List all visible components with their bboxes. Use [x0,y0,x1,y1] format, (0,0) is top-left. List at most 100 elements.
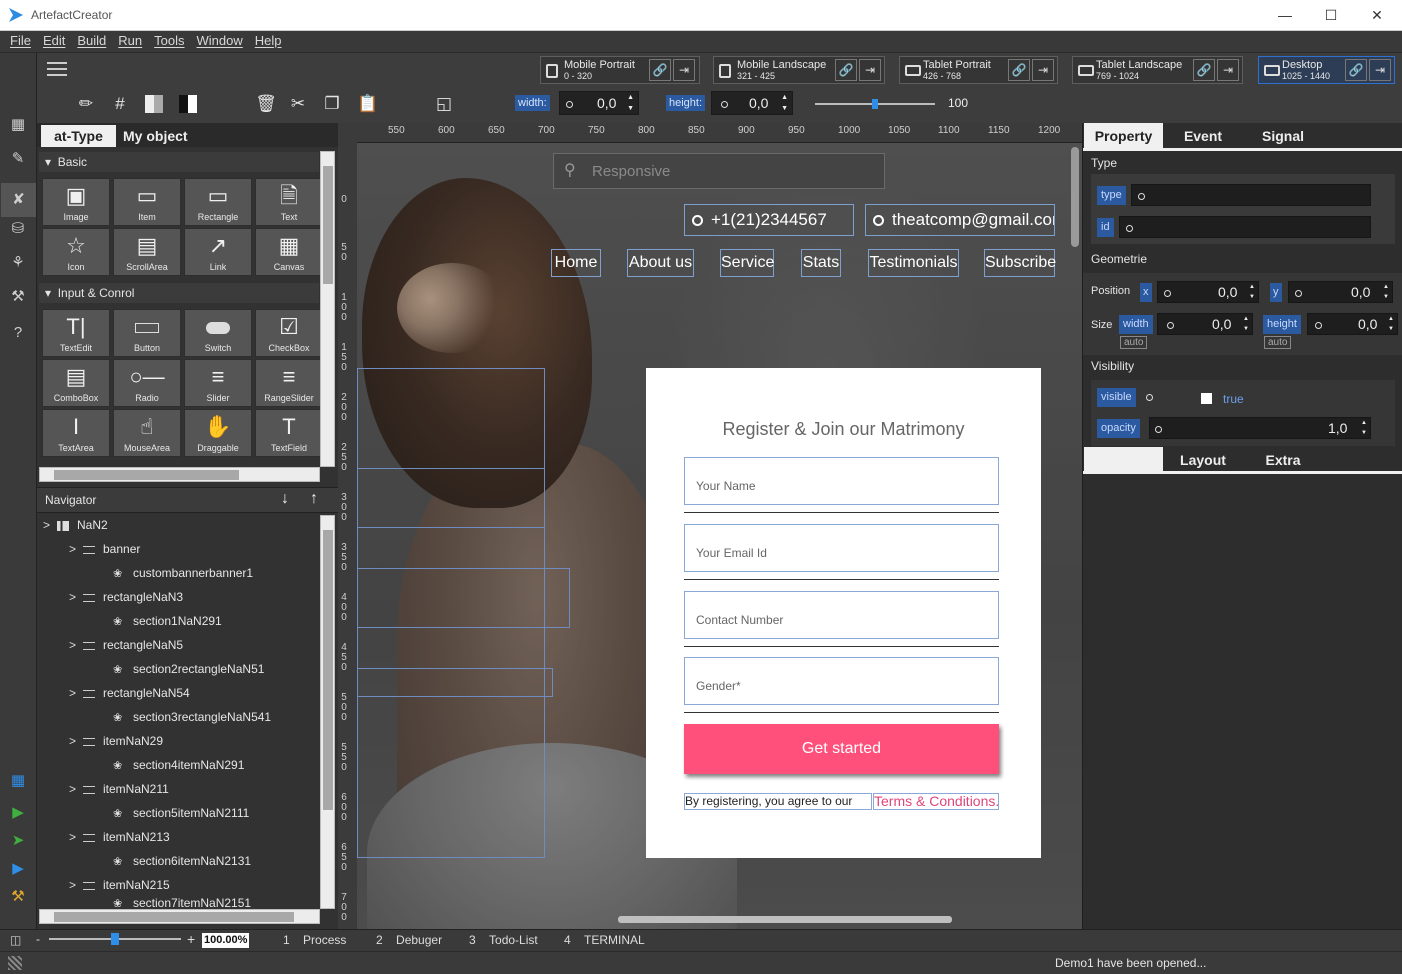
maximize-button[interactable]: ☐ [1308,4,1354,26]
grid-icon[interactable]: ▦ [8,115,28,135]
nav-item[interactable]: ❀ section4itemNaN291 [113,753,244,777]
link-icon[interactable]: 🔗 [835,59,857,81]
navigator-hscrollbar[interactable] [39,909,320,924]
apply-icon[interactable]: ⇥ [1217,59,1239,81]
apply-icon[interactable]: ⇥ [673,59,695,81]
nav-item[interactable]: > rectangleNaN3 [69,585,183,609]
device-mobile-portrait[interactable]: Mobile Portrait 0 - 320 🔗 ⇥ [540,56,700,84]
email-field[interactable]: Your Email Id [684,524,999,572]
design-tools-icon[interactable]: ✘ [1,183,36,217]
tool-switch[interactable]: Switch [184,309,252,357]
tab-blank[interactable] [1084,447,1163,473]
run-icon[interactable]: ▶ [8,803,28,823]
nav-item[interactable]: ❀ section6itemNaN2131 [113,849,251,873]
tab-terminal[interactable]: 4 TERMINAL [564,933,645,947]
tool-link[interactable]: ↗ Link [184,228,252,276]
hamburger-menu-icon[interactable] [47,62,67,76]
type-input[interactable] [1131,184,1371,206]
nav-item[interactable]: ❀ custombannerbanner1 [113,561,253,585]
get-started-button[interactable]: Get started [684,724,999,774]
resize-icon[interactable]: ◱ [433,93,455,115]
device-tablet-portrait[interactable]: Tablet Portrait 426 - 768 🔗 ⇥ [899,56,1058,84]
nav-item[interactable]: ❀ section2rectangleNaN51 [113,657,264,681]
tool-rangeslider[interactable]: ≡ RangeSlider [255,359,323,407]
windows-target-icon[interactable]: ▦ [8,771,28,791]
nav-item-root[interactable]: > NaN2 [43,513,108,537]
name-field[interactable]: Your Name [684,457,999,505]
nav-item[interactable]: > itemNaN29 [69,729,163,753]
contact-number-field[interactable]: Contact Number [684,591,999,639]
phone-contact[interactable]: +1(21)2344567 [684,204,854,236]
scroll-thumb[interactable] [54,470,239,480]
nav-item[interactable]: ❀ section7itemNaN2151 [113,897,251,907]
checker-light-icon[interactable] [143,93,165,115]
minimize-button[interactable]: — [1262,4,1308,26]
menu-build[interactable]: Build [77,31,106,51]
terms-link[interactable]: Terms & Conditions. [873,793,999,810]
grid-toggle-icon[interactable]: # [109,93,131,115]
nav-service[interactable]: Service [720,249,774,277]
tool-slider[interactable]: ≡ Slider [184,359,252,407]
apply-icon[interactable]: ⇥ [859,59,881,81]
bottom-zoom-slider[interactable] [49,933,181,945]
height-prop-spinbox[interactable]: 0,0 ▲ ▼ [1307,313,1398,335]
link-icon[interactable]: 🔗 [1345,59,1367,81]
menu-tools[interactable]: Tools [154,31,184,51]
tool-combobox[interactable]: ▤ ComboBox [42,359,110,407]
canvas-vscroll-thumb[interactable] [1071,147,1079,247]
tab-layout[interactable]: Layout [1163,447,1243,473]
tool-radio[interactable]: ○— Radio [113,359,181,407]
tab-my-object[interactable]: My object [123,125,188,147]
nav-testimonials[interactable]: Testimonials [868,249,959,277]
nav-item[interactable]: > itemNaN213 [69,825,170,849]
nav-home[interactable]: Home [551,249,601,277]
zoom-percent[interactable]: 100.00% [202,933,250,948]
scroll-thumb[interactable] [54,912,294,922]
width-auto-toggle[interactable]: auto [1120,336,1148,349]
bottom-zoom-handle[interactable] [111,933,119,945]
tool-textarea[interactable]: I TextArea [42,409,110,457]
tool-icon[interactable]: ☆ Icon [42,228,110,276]
tool-mousearea[interactable]: ☝ MouseArea [113,409,181,457]
id-input[interactable] [1119,216,1371,238]
tools-hscrollbar[interactable] [39,467,320,482]
ruler-icon[interactable]: ✏ [75,93,97,115]
tool-draggable[interactable]: ✋ Draggable [184,409,252,457]
zoom-slider-handle[interactable] [872,99,878,109]
tool-text[interactable]: 🗎 Text [255,178,323,226]
tool-textfield[interactable]: T TextField [255,409,323,457]
move-down-icon[interactable]: ↓ [281,490,289,508]
nav-subscribe[interactable]: Subscribe [984,249,1056,277]
width-spinbox[interactable]: 0,0 ▲ ▼ [559,91,639,115]
tool-rectangle[interactable]: ▭ Rectangle [184,178,252,226]
copy-icon[interactable]: ❐ [321,93,343,115]
device-mobile-landscape[interactable]: Mobile Landscape 321 - 425 🔗 ⇥ [713,56,885,84]
tab-property[interactable]: Property [1084,123,1163,149]
nav-stats[interactable]: Stats [801,249,841,277]
nav-item[interactable]: > rectangleNaN5 [69,633,183,657]
y-spinbox[interactable]: 0,0 ▲ ▼ [1288,281,1393,303]
link-icon[interactable]: 🔗 [1008,59,1030,81]
gender-field[interactable]: Gender* [684,657,999,705]
nav-item[interactable]: > rectangleNaN54 [69,681,190,705]
apply-icon[interactable]: ⇥ [1369,59,1391,81]
tab-todo-list[interactable]: 3 Todo-List [469,933,538,947]
tool-textedit[interactable]: T| TextEdit [42,309,110,357]
width-prop-spinbox[interactable]: 0,0 ▲ ▼ [1157,313,1253,335]
tab-signal[interactable]: Signal [1243,123,1323,149]
menu-help[interactable]: Help [255,31,282,51]
checker-dark-icon[interactable] [177,93,199,115]
database-icon[interactable]: ⛁ [8,219,28,239]
paste-icon[interactable]: 📋 [357,93,379,115]
nav-item[interactable]: ❀ section3rectangleNaN541 [113,705,271,729]
close-button[interactable]: ✕ [1354,4,1400,26]
link-icon[interactable]: 🔗 [649,59,671,81]
step-icon[interactable]: ▶ [8,859,28,879]
visible-checkbox[interactable] [1201,393,1212,404]
canvas-hscroll-thumb[interactable] [618,916,952,923]
canvas-search-box[interactable]: ⚲ Responsive [553,153,885,189]
navigator-vscrollbar[interactable] [320,515,335,909]
height-auto-toggle[interactable]: auto [1264,336,1292,349]
tab-process[interactable]: 1 Process [283,933,346,947]
nav-item[interactable]: > banner [69,537,140,561]
